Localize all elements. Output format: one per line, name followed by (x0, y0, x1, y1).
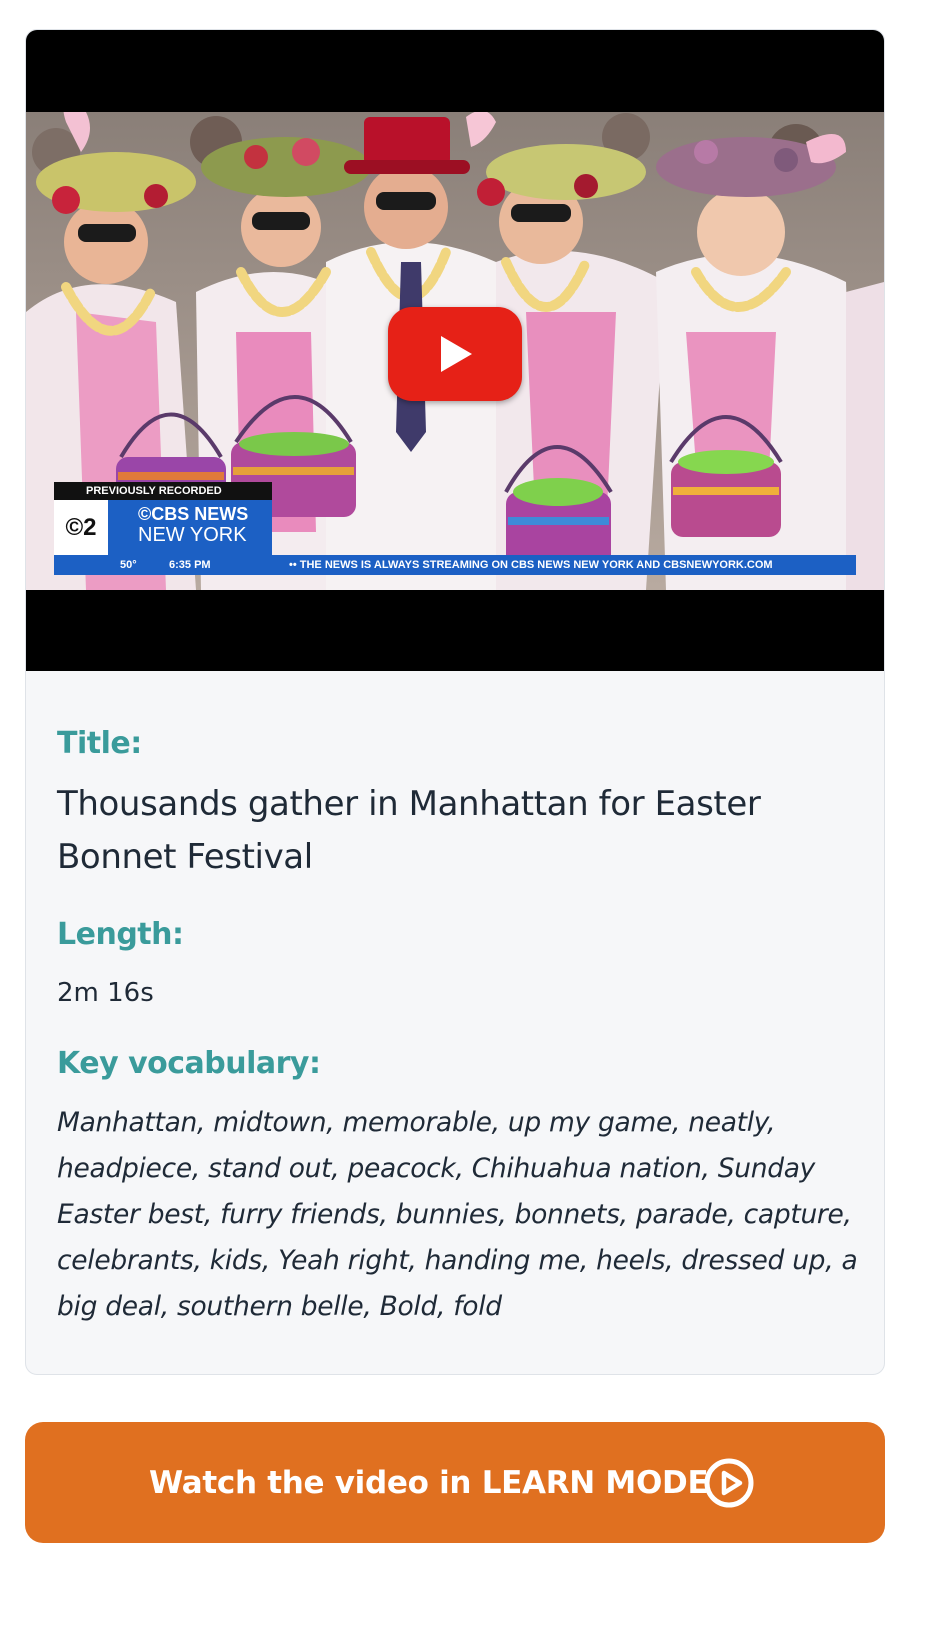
news-ticker: 50° 6:35 PM •• THE NEWS IS ALWAYS STREAM… (54, 555, 856, 575)
play-circle-icon (704, 1458, 754, 1508)
play-icon (441, 336, 472, 372)
channel-logo: ©2 (54, 500, 108, 555)
video-card: PREVIOUSLY RECORDED ©2 ©CBS NEWS NEW YOR… (25, 29, 885, 1375)
learn-mode-button[interactable]: Watch the video in LEARN MODE (25, 1422, 885, 1543)
vocab-label: Key vocabulary: (57, 1046, 321, 1081)
station-brand: ©CBS NEWS NEW YORK (108, 500, 272, 555)
brand-city: NEW YORK (138, 524, 247, 546)
learn-mode-label: Watch the video in LEARN MODE (149, 1465, 709, 1501)
previously-recorded-label: PREVIOUSLY RECORDED (54, 482, 272, 500)
video-length: 2m 16s (57, 978, 154, 1008)
video-title: Thousands gather in Manhattan for Easter… (57, 784, 761, 877)
brand-name: ©CBS NEWS (138, 504, 249, 524)
video-player[interactable]: PREVIOUSLY RECORDED ©2 ©CBS NEWS NEW YOR… (26, 30, 884, 671)
ticker-time: 6:35 PM (169, 559, 211, 571)
vocab-list: Manhattan, midtown, memorable, up my gam… (57, 1107, 858, 1322)
title-label: Title: (57, 726, 142, 761)
news-lower-third: PREVIOUSLY RECORDED ©2 ©CBS NEWS NEW YOR… (54, 482, 274, 562)
ticker-temperature: 50° (120, 559, 137, 571)
length-label: Length: (57, 917, 184, 952)
play-button[interactable] (388, 307, 522, 401)
ticker-message: •• THE NEWS IS ALWAYS STREAMING ON CBS N… (289, 559, 773, 571)
